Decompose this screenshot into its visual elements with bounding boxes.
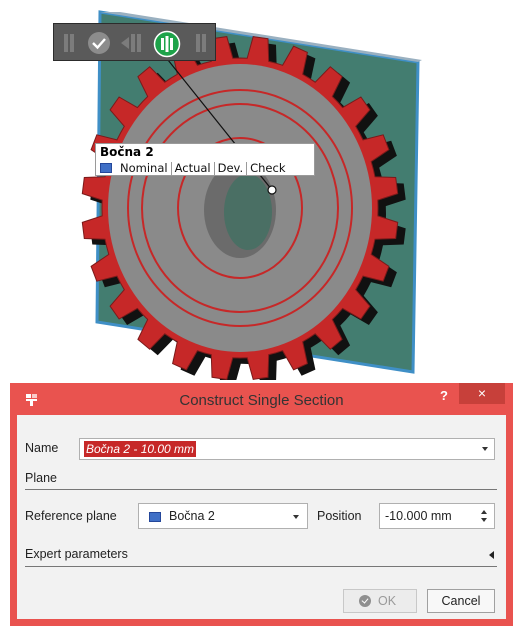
label-col-dev: Dev.	[215, 161, 248, 175]
label-col-actual: Actual	[172, 161, 215, 175]
section-tool-icon[interactable]	[153, 30, 181, 58]
element-label[interactable]: Bočna 2 Nominal Actual Dev. Check	[95, 143, 315, 176]
name-field[interactable]: Bočna 2 - 10.00 mm	[79, 438, 495, 460]
ok-button[interactable]: OK	[343, 589, 417, 613]
dialog-body: Name Bočna 2 - 10.00 mm Plane Reference …	[17, 415, 506, 619]
confirm-icon[interactable]	[87, 31, 111, 55]
cancel-button[interactable]: Cancel	[427, 589, 495, 613]
element-label-row: Nominal Actual Dev. Check	[100, 161, 289, 175]
dialog-title: Construct Single Section	[179, 392, 344, 409]
reference-plane-select[interactable]: Bočna 2	[138, 503, 308, 529]
measure-point[interactable]	[267, 185, 277, 195]
expand-arrow-icon[interactable]	[489, 551, 494, 559]
previous-step-icon[interactable]	[62, 32, 76, 54]
position-value[interactable]: -10.000 mm	[385, 509, 452, 523]
construct-single-section-dialog: Construct Single Section ? × Name Bočna …	[10, 383, 513, 626]
reference-plane-label: Reference plane	[25, 509, 117, 523]
plane-color-swatch	[100, 163, 112, 173]
plane-section-header: Plane	[25, 471, 57, 485]
element-label-title: Bočna 2	[100, 145, 154, 159]
ok-button-label: OK	[378, 594, 397, 608]
help-button[interactable]: ?	[440, 388, 448, 403]
spin-down-icon[interactable]	[481, 518, 487, 522]
gear-bore-inner	[224, 174, 272, 250]
expert-parameters-divider	[25, 566, 497, 567]
plane-section-divider	[25, 489, 497, 490]
last-step-icon[interactable]	[194, 32, 208, 54]
viewport-toolbar	[53, 23, 216, 61]
3d-viewport[interactable]: Bočna 2 Nominal Actual Dev. Check	[0, 0, 518, 380]
name-dropdown-arrow-icon[interactable]	[482, 447, 488, 451]
name-label: Name	[25, 441, 59, 455]
spin-up-icon[interactable]	[481, 510, 487, 514]
reference-plane-dropdown-arrow-icon[interactable]	[293, 515, 299, 519]
reference-plane-value: Bočna 2	[169, 509, 215, 523]
label-col-check: Check	[250, 160, 286, 175]
name-field-value[interactable]: Bočna 2 - 10.00 mm	[84, 441, 197, 457]
close-button[interactable]: ×	[459, 383, 505, 404]
plane-color-swatch	[149, 512, 161, 522]
expert-parameters-header[interactable]: Expert parameters	[25, 547, 128, 561]
dialog-title-bar[interactable]: Construct Single Section ? ×	[10, 383, 513, 415]
position-field[interactable]: -10.000 mm	[379, 503, 495, 529]
next-step-icon[interactable]	[119, 32, 145, 54]
position-label: Position	[317, 509, 362, 523]
label-col-nominal: Nominal	[117, 161, 172, 175]
check-circle-icon	[359, 595, 371, 607]
